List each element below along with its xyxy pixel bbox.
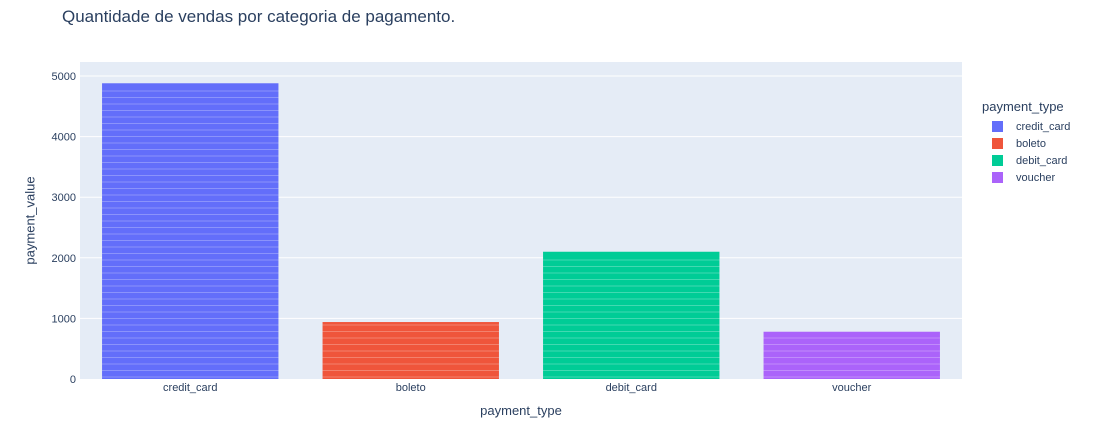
bar <box>543 251 720 379</box>
legend-item-credit-card[interactable]: credit_card <box>982 118 1070 135</box>
bar-boleto <box>322 322 499 379</box>
y-tick-label: 2000 <box>52 253 76 265</box>
legend-swatch <box>992 138 1003 149</box>
x-tick-label: boleto <box>396 382 426 394</box>
legend-label: credit_card <box>1016 120 1071 133</box>
legend: payment_type credit_cardboleto debit_card… <box>982 99 1070 186</box>
bar <box>763 331 940 379</box>
bar-credit-card <box>102 83 279 379</box>
legend-item-boleto[interactable]: boleto <box>982 135 1070 152</box>
legend-item-debit-card[interactable]: debit_card <box>982 152 1070 169</box>
y-tick-label: 0 <box>70 374 76 386</box>
legend-label: debit_card <box>1016 154 1068 167</box>
x-tick-label: credit_card <box>163 382 217 394</box>
legend-items: credit_cardboleto debit_cardvoucher <box>982 118 1070 186</box>
y-tick-label: 3000 <box>52 192 76 204</box>
y-axis-ticks: 0 1000 2000 3000 4000 5000 <box>52 71 76 386</box>
y-tick-label: 1000 <box>52 313 76 325</box>
y-tick-label: 4000 <box>52 132 76 144</box>
x-axis-ticks: credit_card boleto debit_card voucher <box>163 382 872 394</box>
legend-label: voucher <box>1016 171 1056 184</box>
bar <box>102 83 279 379</box>
legend-swatch <box>992 155 1003 166</box>
legend-label: boleto <box>1016 137 1046 150</box>
legend-swatch <box>992 121 1003 132</box>
x-tick-label: voucher <box>832 382 871 394</box>
legend-title: payment_type <box>982 99 1064 114</box>
bar-voucher <box>763 331 940 379</box>
x-axis-title: payment_type <box>480 403 562 418</box>
bar-chart: 0 1000 2000 3000 4000 5000 credit_card boleto d… <box>23 62 962 418</box>
legend-item-voucher[interactable]: voucher <box>982 169 1070 186</box>
x-tick-label: debit_card <box>606 382 657 394</box>
y-axis-title: payment_value <box>23 176 38 264</box>
bar-debit-card <box>543 251 720 379</box>
legend-swatch <box>992 172 1003 183</box>
y-tick-label: 5000 <box>52 71 76 83</box>
